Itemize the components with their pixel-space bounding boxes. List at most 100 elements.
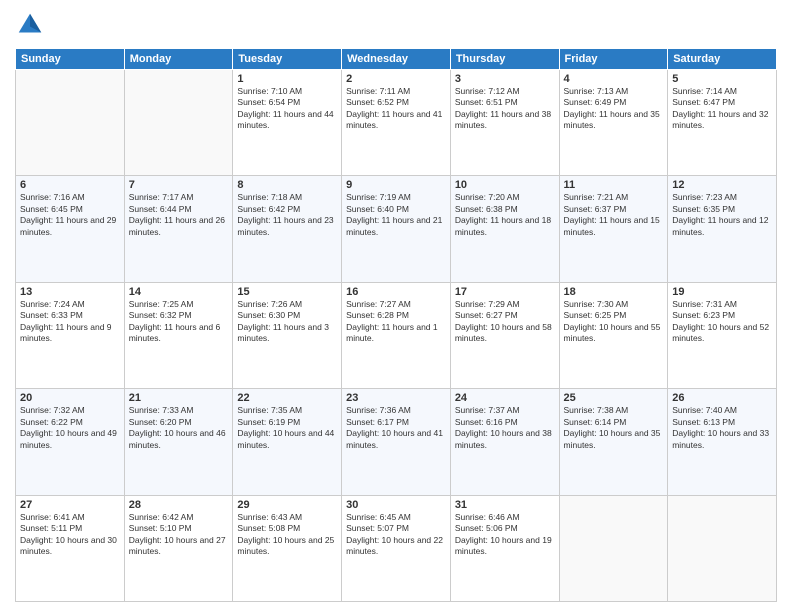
calendar-cell: 28Sunrise: 6:42 AMSunset: 5:10 PMDayligh… bbox=[124, 495, 233, 601]
weekday-header-sunday: Sunday bbox=[16, 49, 125, 70]
calendar-cell: 18Sunrise: 7:30 AMSunset: 6:25 PMDayligh… bbox=[559, 282, 668, 388]
day-number: 30 bbox=[346, 499, 446, 511]
day-number: 18 bbox=[564, 286, 664, 298]
calendar-cell: 6Sunrise: 7:16 AMSunset: 6:45 PMDaylight… bbox=[16, 176, 125, 282]
logo bbox=[15, 10, 48, 40]
page-header bbox=[15, 10, 777, 40]
day-number: 1 bbox=[237, 73, 337, 85]
day-info: Sunrise: 7:21 AMSunset: 6:37 PMDaylight:… bbox=[564, 192, 664, 238]
calendar: SundayMondayTuesdayWednesdayThursdayFrid… bbox=[15, 48, 777, 602]
day-number: 28 bbox=[129, 499, 229, 511]
day-info: Sunrise: 7:10 AMSunset: 6:54 PMDaylight:… bbox=[237, 86, 337, 132]
day-number: 12 bbox=[672, 179, 772, 191]
calendar-cell: 8Sunrise: 7:18 AMSunset: 6:42 PMDaylight… bbox=[233, 176, 342, 282]
calendar-cell: 23Sunrise: 7:36 AMSunset: 6:17 PMDayligh… bbox=[342, 389, 451, 495]
day-number: 26 bbox=[672, 392, 772, 404]
day-info: Sunrise: 7:18 AMSunset: 6:42 PMDaylight:… bbox=[237, 192, 337, 238]
day-number: 25 bbox=[564, 392, 664, 404]
day-number: 27 bbox=[20, 499, 120, 511]
calendar-cell: 26Sunrise: 7:40 AMSunset: 6:13 PMDayligh… bbox=[668, 389, 777, 495]
day-info: Sunrise: 7:25 AMSunset: 6:32 PMDaylight:… bbox=[129, 299, 229, 345]
weekday-header-saturday: Saturday bbox=[668, 49, 777, 70]
calendar-cell bbox=[16, 70, 125, 176]
day-number: 6 bbox=[20, 179, 120, 191]
calendar-cell: 21Sunrise: 7:33 AMSunset: 6:20 PMDayligh… bbox=[124, 389, 233, 495]
day-info: Sunrise: 7:11 AMSunset: 6:52 PMDaylight:… bbox=[346, 86, 446, 132]
day-info: Sunrise: 7:31 AMSunset: 6:23 PMDaylight:… bbox=[672, 299, 772, 345]
calendar-cell: 19Sunrise: 7:31 AMSunset: 6:23 PMDayligh… bbox=[668, 282, 777, 388]
calendar-cell: 3Sunrise: 7:12 AMSunset: 6:51 PMDaylight… bbox=[450, 70, 559, 176]
calendar-cell: 13Sunrise: 7:24 AMSunset: 6:33 PMDayligh… bbox=[16, 282, 125, 388]
day-info: Sunrise: 7:12 AMSunset: 6:51 PMDaylight:… bbox=[455, 86, 555, 132]
day-number: 22 bbox=[237, 392, 337, 404]
day-info: Sunrise: 7:26 AMSunset: 6:30 PMDaylight:… bbox=[237, 299, 337, 345]
day-number: 9 bbox=[346, 179, 446, 191]
calendar-header: SundayMondayTuesdayWednesdayThursdayFrid… bbox=[16, 49, 777, 70]
calendar-cell: 31Sunrise: 6:46 AMSunset: 5:06 PMDayligh… bbox=[450, 495, 559, 601]
day-info: Sunrise: 7:30 AMSunset: 6:25 PMDaylight:… bbox=[564, 299, 664, 345]
calendar-cell: 22Sunrise: 7:35 AMSunset: 6:19 PMDayligh… bbox=[233, 389, 342, 495]
day-info: Sunrise: 7:29 AMSunset: 6:27 PMDaylight:… bbox=[455, 299, 555, 345]
weekday-header-friday: Friday bbox=[559, 49, 668, 70]
calendar-cell: 11Sunrise: 7:21 AMSunset: 6:37 PMDayligh… bbox=[559, 176, 668, 282]
weekday-header-wednesday: Wednesday bbox=[342, 49, 451, 70]
day-info: Sunrise: 7:27 AMSunset: 6:28 PMDaylight:… bbox=[346, 299, 446, 345]
calendar-cell: 27Sunrise: 6:41 AMSunset: 5:11 PMDayligh… bbox=[16, 495, 125, 601]
day-info: Sunrise: 7:40 AMSunset: 6:13 PMDaylight:… bbox=[672, 405, 772, 451]
calendar-cell: 17Sunrise: 7:29 AMSunset: 6:27 PMDayligh… bbox=[450, 282, 559, 388]
calendar-body: 1Sunrise: 7:10 AMSunset: 6:54 PMDaylight… bbox=[16, 70, 777, 602]
calendar-cell: 7Sunrise: 7:17 AMSunset: 6:44 PMDaylight… bbox=[124, 176, 233, 282]
calendar-cell: 20Sunrise: 7:32 AMSunset: 6:22 PMDayligh… bbox=[16, 389, 125, 495]
day-number: 19 bbox=[672, 286, 772, 298]
day-number: 8 bbox=[237, 179, 337, 191]
calendar-week-2: 6Sunrise: 7:16 AMSunset: 6:45 PMDaylight… bbox=[16, 176, 777, 282]
day-info: Sunrise: 7:17 AMSunset: 6:44 PMDaylight:… bbox=[129, 192, 229, 238]
logo-icon bbox=[15, 10, 45, 40]
day-info: Sunrise: 7:38 AMSunset: 6:14 PMDaylight:… bbox=[564, 405, 664, 451]
calendar-cell: 30Sunrise: 6:45 AMSunset: 5:07 PMDayligh… bbox=[342, 495, 451, 601]
day-number: 5 bbox=[672, 73, 772, 85]
day-number: 23 bbox=[346, 392, 446, 404]
day-info: Sunrise: 6:46 AMSunset: 5:06 PMDaylight:… bbox=[455, 512, 555, 558]
day-info: Sunrise: 7:23 AMSunset: 6:35 PMDaylight:… bbox=[672, 192, 772, 238]
calendar-week-4: 20Sunrise: 7:32 AMSunset: 6:22 PMDayligh… bbox=[16, 389, 777, 495]
weekday-header-thursday: Thursday bbox=[450, 49, 559, 70]
calendar-cell: 16Sunrise: 7:27 AMSunset: 6:28 PMDayligh… bbox=[342, 282, 451, 388]
day-number: 21 bbox=[129, 392, 229, 404]
calendar-cell bbox=[124, 70, 233, 176]
calendar-cell: 2Sunrise: 7:11 AMSunset: 6:52 PMDaylight… bbox=[342, 70, 451, 176]
day-info: Sunrise: 6:41 AMSunset: 5:11 PMDaylight:… bbox=[20, 512, 120, 558]
day-info: Sunrise: 7:24 AMSunset: 6:33 PMDaylight:… bbox=[20, 299, 120, 345]
calendar-week-1: 1Sunrise: 7:10 AMSunset: 6:54 PMDaylight… bbox=[16, 70, 777, 176]
calendar-cell: 24Sunrise: 7:37 AMSunset: 6:16 PMDayligh… bbox=[450, 389, 559, 495]
day-info: Sunrise: 6:42 AMSunset: 5:10 PMDaylight:… bbox=[129, 512, 229, 558]
calendar-cell: 14Sunrise: 7:25 AMSunset: 6:32 PMDayligh… bbox=[124, 282, 233, 388]
day-number: 31 bbox=[455, 499, 555, 511]
calendar-cell: 12Sunrise: 7:23 AMSunset: 6:35 PMDayligh… bbox=[668, 176, 777, 282]
day-number: 16 bbox=[346, 286, 446, 298]
calendar-cell: 4Sunrise: 7:13 AMSunset: 6:49 PMDaylight… bbox=[559, 70, 668, 176]
day-info: Sunrise: 7:19 AMSunset: 6:40 PMDaylight:… bbox=[346, 192, 446, 238]
weekday-header-tuesday: Tuesday bbox=[233, 49, 342, 70]
day-info: Sunrise: 7:37 AMSunset: 6:16 PMDaylight:… bbox=[455, 405, 555, 451]
day-number: 13 bbox=[20, 286, 120, 298]
day-number: 29 bbox=[237, 499, 337, 511]
weekday-row: SundayMondayTuesdayWednesdayThursdayFrid… bbox=[16, 49, 777, 70]
day-number: 17 bbox=[455, 286, 555, 298]
day-number: 24 bbox=[455, 392, 555, 404]
day-info: Sunrise: 7:35 AMSunset: 6:19 PMDaylight:… bbox=[237, 405, 337, 451]
day-number: 2 bbox=[346, 73, 446, 85]
day-info: Sunrise: 7:32 AMSunset: 6:22 PMDaylight:… bbox=[20, 405, 120, 451]
day-number: 4 bbox=[564, 73, 664, 85]
day-number: 10 bbox=[455, 179, 555, 191]
day-number: 3 bbox=[455, 73, 555, 85]
calendar-cell: 29Sunrise: 6:43 AMSunset: 5:08 PMDayligh… bbox=[233, 495, 342, 601]
day-number: 14 bbox=[129, 286, 229, 298]
day-info: Sunrise: 7:33 AMSunset: 6:20 PMDaylight:… bbox=[129, 405, 229, 451]
calendar-cell bbox=[559, 495, 668, 601]
day-number: 11 bbox=[564, 179, 664, 191]
calendar-cell bbox=[668, 495, 777, 601]
calendar-week-3: 13Sunrise: 7:24 AMSunset: 6:33 PMDayligh… bbox=[16, 282, 777, 388]
day-info: Sunrise: 6:45 AMSunset: 5:07 PMDaylight:… bbox=[346, 512, 446, 558]
day-info: Sunrise: 7:16 AMSunset: 6:45 PMDaylight:… bbox=[20, 192, 120, 238]
